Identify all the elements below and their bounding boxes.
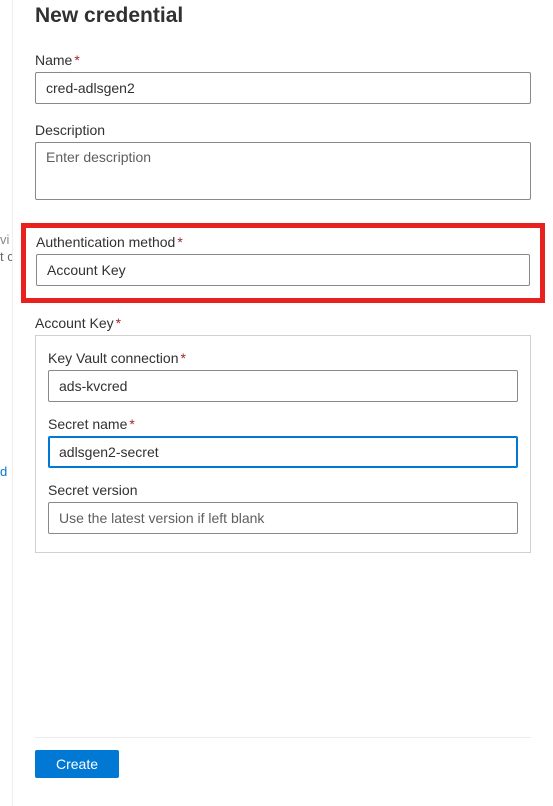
create-button[interactable]: Create [35,750,119,778]
new-credential-panel: New credential Name* Description Authent… [12,0,553,806]
description-label: Description [35,122,531,138]
sliver-text: t c [0,249,12,264]
secret-name-field: Secret name* [48,416,518,468]
kv-connection-label: Key Vault connection* [48,350,518,366]
description-field: Description [35,122,531,205]
page-title: New credential [35,4,531,28]
sliver-link-fragment: d [0,464,7,479]
secret-name-label: Secret name* [48,416,518,432]
required-indicator: * [129,416,134,432]
auth-method-select[interactable]: Account Key [36,254,530,286]
description-input[interactable] [35,142,531,200]
name-field: Name* [35,52,531,104]
secret-name-input[interactable] [48,436,518,468]
kv-connection-field: Key Vault connection* ads-kvcred [48,350,518,402]
secret-version-label: Secret version [48,482,518,498]
footer: Create [35,737,531,778]
required-indicator: * [181,350,186,366]
auth-method-field: Authentication method* Account Key [36,234,530,286]
name-label: Name* [35,52,531,68]
sliver-text: vi [0,232,9,247]
required-indicator: * [177,234,182,250]
background-panel-sliver: vi t c d [0,0,12,806]
account-key-section: Account Key* Key Vault connection* ads-k… [35,315,531,553]
account-key-label: Account Key* [35,315,531,331]
auth-method-label: Authentication method* [36,234,530,250]
name-input[interactable] [35,72,531,104]
secret-version-input[interactable] [48,502,518,534]
secret-version-field: Secret version [48,482,518,534]
required-indicator: * [116,315,121,331]
auth-method-highlight: Authentication method* Account Key [21,223,545,303]
required-indicator: * [74,52,79,68]
kv-connection-select[interactable]: ads-kvcred [48,370,518,402]
account-key-nested-box: Key Vault connection* ads-kvcred Secret … [35,335,531,553]
